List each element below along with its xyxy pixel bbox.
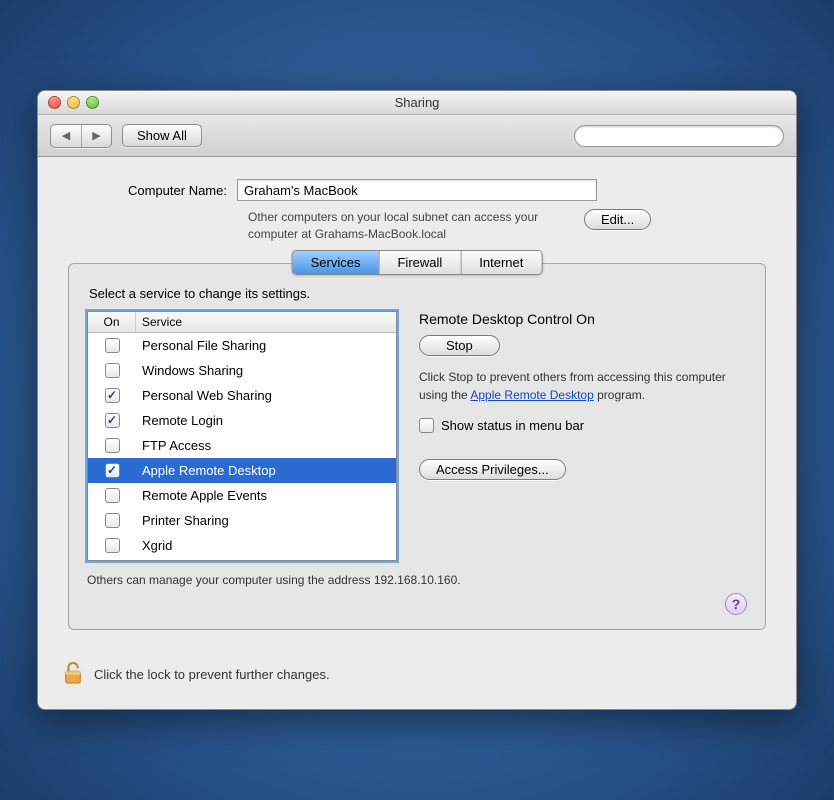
service-checkbox[interactable] <box>105 363 120 378</box>
detail-title: Remote Desktop Control On <box>419 311 747 327</box>
search-input[interactable] <box>574 125 784 147</box>
services-two-col: On Service Personal File Sharing Windows … <box>87 311 747 561</box>
service-row[interactable]: Apple Remote Desktop <box>88 458 396 483</box>
service-detail-pane: Remote Desktop Control On Stop Click Sto… <box>419 311 747 561</box>
service-row[interactable]: Remote Login <box>88 408 396 433</box>
tab-internet[interactable]: Internet <box>460 251 541 274</box>
stop-button[interactable]: Stop <box>419 335 500 356</box>
sharing-preferences-window: Sharing ◀ ▶ Show All Computer Name: Othe… <box>37 90 797 710</box>
computer-name-label: Computer Name: <box>128 183 227 198</box>
computer-name-hint-row: Other computers on your local subnet can… <box>248 209 766 243</box>
detail-description: Click Stop to prevent others from access… <box>419 368 747 404</box>
minimize-button[interactable] <box>67 96 80 109</box>
tab-services[interactable]: Services <box>293 251 379 274</box>
service-label: Personal File Sharing <box>136 338 396 353</box>
column-header-service[interactable]: Service <box>136 312 396 332</box>
service-label: Remote Login <box>136 413 396 428</box>
show-status-checkbox[interactable] <box>419 418 434 433</box>
help-row: ? <box>87 593 747 615</box>
close-button[interactable] <box>48 96 61 109</box>
service-checkbox[interactable] <box>105 413 120 428</box>
access-privileges-button[interactable]: Access Privileges... <box>419 459 566 480</box>
service-row[interactable]: Xgrid <box>88 533 396 558</box>
help-button[interactable]: ? <box>725 593 747 615</box>
toolbar: ◀ ▶ Show All <box>38 115 796 157</box>
window-title: Sharing <box>38 95 796 110</box>
tab-firewall[interactable]: Firewall <box>378 251 460 274</box>
service-row[interactable]: Personal Web Sharing <box>88 383 396 408</box>
service-checkbox[interactable] <box>105 538 120 553</box>
column-header-on[interactable]: On <box>88 312 136 332</box>
show-all-button[interactable]: Show All <box>122 124 202 147</box>
computer-name-input[interactable] <box>237 179 597 201</box>
titlebar: Sharing <box>38 91 796 115</box>
service-row[interactable]: Windows Sharing <box>88 358 396 383</box>
service-label: Printer Sharing <box>136 513 396 528</box>
show-status-row: Show status in menu bar <box>419 418 747 433</box>
traffic-lights <box>38 96 99 109</box>
services-tabbox: Services Firewall Internet Select a serv… <box>68 263 766 630</box>
apple-remote-desktop-link[interactable]: Apple Remote Desktop <box>470 388 593 402</box>
service-checkbox[interactable] <box>105 513 120 528</box>
service-checkbox[interactable] <box>105 488 120 503</box>
forward-button[interactable]: ▶ <box>81 125 111 147</box>
services-table-header: On Service <box>88 312 396 333</box>
service-row[interactable]: Personal File Sharing <box>88 333 396 358</box>
services-table-body: Personal File Sharing Windows Sharing Pers… <box>88 333 396 560</box>
unlock-icon[interactable] <box>62 660 84 689</box>
computer-name-row: Computer Name: <box>128 179 766 201</box>
content: Computer Name: Other computers on your l… <box>38 157 796 646</box>
service-checkbox[interactable] <box>105 463 120 478</box>
service-checkbox[interactable] <box>105 438 120 453</box>
lock-row: Click the lock to prevent further change… <box>38 646 796 709</box>
search-wrap <box>574 125 784 147</box>
lock-text: Click the lock to prevent further change… <box>94 667 330 682</box>
service-label: Personal Web Sharing <box>136 388 396 403</box>
instruction-text: Select a service to change its settings. <box>89 286 747 301</box>
edit-button[interactable]: Edit... <box>584 209 651 230</box>
services-table: On Service Personal File Sharing Windows … <box>87 311 397 561</box>
show-status-label: Show status in menu bar <box>441 418 584 433</box>
service-label: Remote Apple Events <box>136 488 396 503</box>
service-row[interactable]: Printer Sharing <box>88 508 396 533</box>
service-checkbox[interactable] <box>105 338 120 353</box>
service-label: FTP Access <box>136 438 396 453</box>
service-checkbox[interactable] <box>105 388 120 403</box>
service-label: Windows Sharing <box>136 363 396 378</box>
manage-address-note: Others can manage your computer using th… <box>87 573 747 587</box>
service-label: Apple Remote Desktop <box>136 463 396 478</box>
tab-strip: Services Firewall Internet <box>292 250 543 275</box>
nav-capsule: ◀ ▶ <box>50 124 112 148</box>
service-row[interactable]: Remote Apple Events <box>88 483 396 508</box>
service-label: Xgrid <box>136 538 396 553</box>
computer-name-hint: Other computers on your local subnet can… <box>248 209 568 243</box>
service-row[interactable]: FTP Access <box>88 433 396 458</box>
back-button[interactable]: ◀ <box>51 125 81 147</box>
zoom-button[interactable] <box>86 96 99 109</box>
detail-description-post: program. <box>594 388 645 402</box>
